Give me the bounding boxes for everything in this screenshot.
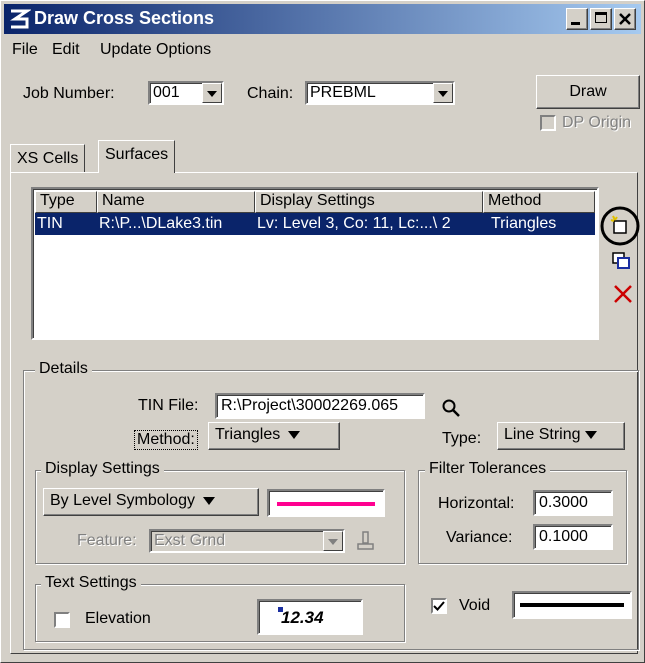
close-icon bbox=[619, 13, 631, 25]
column-header-type[interactable]: Type bbox=[35, 191, 97, 213]
app-icon bbox=[10, 9, 31, 29]
tab-xs-cells[interactable]: XS Cells bbox=[10, 144, 86, 172]
menu-edit[interactable]: Edit bbox=[52, 41, 80, 59]
cell-method: Triangles bbox=[491, 215, 557, 232]
text-settings-title: Text Settings bbox=[41, 574, 141, 592]
void-line-style-preview[interactable] bbox=[512, 591, 632, 619]
magnifier-icon bbox=[442, 399, 460, 417]
type-dropdown[interactable]: Line String bbox=[497, 422, 625, 450]
line-color-swatch bbox=[277, 502, 375, 506]
elevation-label: Elevation bbox=[85, 610, 151, 627]
cell-name: R:\P...\DLake3.tin bbox=[99, 215, 223, 232]
draw-cross-sections-window: Draw Cross Sections File Edit Update Opt… bbox=[0, 0, 645, 663]
details-title: Details bbox=[35, 360, 92, 378]
chevron-down-icon bbox=[584, 430, 597, 439]
job-number-select[interactable]: 001 bbox=[148, 81, 224, 105]
variance-input[interactable]: 0.1000 bbox=[533, 524, 613, 550]
variance-label: Variance: bbox=[446, 529, 513, 546]
void-checkbox[interactable] bbox=[431, 598, 447, 614]
chevron-down-icon bbox=[288, 430, 301, 439]
tin-file-input[interactable]: R:\Project\30002269.065 bbox=[215, 393, 425, 419]
tab-surfaces[interactable]: Surfaces bbox=[98, 140, 176, 173]
delete-surface-icon bbox=[614, 285, 632, 303]
filter-tolerances-title: Filter Tolerances bbox=[425, 460, 551, 478]
job-number-value: 001 bbox=[153, 84, 180, 101]
maximize-icon bbox=[595, 12, 607, 23]
checkmark-icon bbox=[433, 601, 445, 611]
feature-value: Exst Grnd bbox=[154, 532, 226, 549]
feature-dropdown-button[interactable] bbox=[323, 531, 343, 551]
column-header-display-settings[interactable]: Display Settings bbox=[255, 191, 483, 213]
column-header-name[interactable]: Name bbox=[97, 191, 255, 213]
chain-dropdown-button[interactable] bbox=[433, 83, 453, 103]
cell-type: TIN bbox=[37, 215, 63, 232]
elevation-checkbox[interactable] bbox=[54, 612, 70, 628]
method-value: Triangles bbox=[215, 426, 281, 443]
void-label: Void bbox=[459, 597, 491, 614]
job-number-dropdown-button[interactable] bbox=[202, 83, 222, 103]
chevron-down-icon bbox=[328, 539, 338, 545]
job-number-label: Job Number: bbox=[23, 85, 115, 102]
copy-surface-button[interactable] bbox=[611, 251, 633, 271]
symbology-value: By Level Symbology bbox=[50, 492, 195, 509]
chevron-down-icon bbox=[438, 91, 448, 97]
add-surface-button[interactable] bbox=[599, 205, 641, 247]
text-preview-sample: 12.34 bbox=[281, 608, 324, 627]
text-origin-icon bbox=[278, 607, 283, 612]
chain-label: Chain: bbox=[247, 85, 294, 102]
method-label: Method: bbox=[134, 430, 198, 450]
browse-button[interactable] bbox=[441, 398, 463, 420]
feature-label: Feature: bbox=[77, 532, 137, 549]
feature-select[interactable]: Exst Grnd bbox=[149, 529, 345, 553]
minimize-button[interactable] bbox=[566, 8, 588, 30]
tin-file-label: TIN File: bbox=[138, 397, 199, 414]
add-surface-icon bbox=[610, 215, 627, 234]
delete-surface-button[interactable] bbox=[612, 283, 634, 305]
menu-update-options[interactable]: Update Options bbox=[100, 41, 211, 59]
feature-pick-button[interactable] bbox=[355, 529, 377, 553]
text-style-preview[interactable]: 12.34 bbox=[257, 599, 363, 635]
horizontal-label: Horizontal: bbox=[438, 495, 515, 512]
brush-icon bbox=[357, 531, 374, 550]
close-button[interactable] bbox=[614, 8, 636, 30]
draw-button[interactable]: Draw bbox=[536, 75, 640, 109]
title-bar[interactable]: Draw Cross Sections bbox=[4, 4, 641, 34]
dp-origin-label: DP Origin bbox=[562, 114, 632, 131]
dp-origin-checkbox[interactable] bbox=[540, 115, 556, 131]
void-line-swatch bbox=[520, 603, 624, 607]
type-value: Line String bbox=[504, 426, 581, 443]
chevron-down-icon bbox=[207, 91, 217, 97]
line-style-preview[interactable] bbox=[267, 489, 385, 517]
copy-surface-icon bbox=[612, 252, 630, 269]
type-label: Type: bbox=[442, 430, 482, 447]
surfaces-list[interactable]: Type Name Display Settings Method TIN R:… bbox=[31, 187, 599, 340]
column-header-method[interactable]: Method bbox=[483, 191, 595, 213]
symbology-dropdown[interactable]: By Level Symbology bbox=[43, 488, 259, 516]
maximize-button[interactable] bbox=[590, 8, 612, 30]
window-title: Draw Cross Sections bbox=[34, 8, 215, 28]
minimize-icon bbox=[571, 22, 580, 25]
chain-value: PREBML bbox=[310, 84, 376, 101]
method-dropdown[interactable]: Triangles bbox=[208, 422, 340, 450]
horizontal-input[interactable]: 0.3000 bbox=[533, 490, 613, 516]
chevron-down-icon bbox=[202, 496, 215, 505]
table-row[interactable]: TIN R:\P...\DLake3.tin Lv: Level 3, Co: … bbox=[35, 213, 595, 235]
menu-file[interactable]: File bbox=[12, 41, 38, 59]
cell-display-settings: Lv: Level 3, Co: 11, Lc:...\ 2 bbox=[257, 215, 451, 232]
chain-select[interactable]: PREBML bbox=[305, 81, 455, 105]
display-settings-title: Display Settings bbox=[41, 460, 164, 478]
